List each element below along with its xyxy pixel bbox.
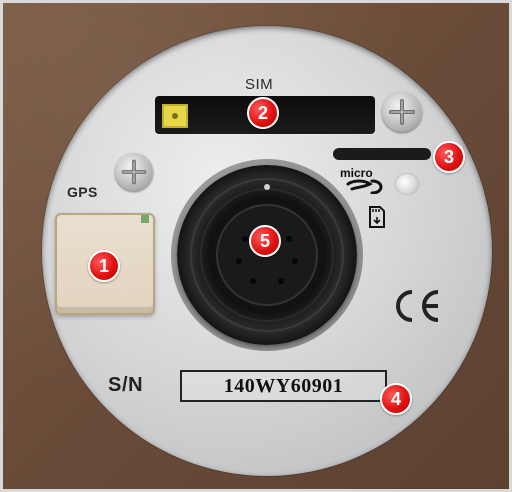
serial-number-box: 140WY60901 [180,370,387,402]
gps-label: GPS [67,184,98,200]
sim-label: SIM [245,76,274,93]
serial-number-label: S/N [108,374,144,396]
sim-card [162,104,188,128]
callout-marker: 2 [247,97,279,129]
screw-icon [115,153,153,191]
callout-marker: 3 [433,141,465,173]
screw-icon [382,92,422,132]
callout-marker: 5 [249,225,281,257]
status-led [396,174,418,194]
callout-marker: 4 [380,383,412,415]
callout-marker: 1 [88,250,120,282]
micro-sd-slot [333,148,431,160]
ce-mark [396,290,439,322]
serial-number-value: 140WY60901 [223,374,344,397]
sd-card-icon [369,206,385,228]
